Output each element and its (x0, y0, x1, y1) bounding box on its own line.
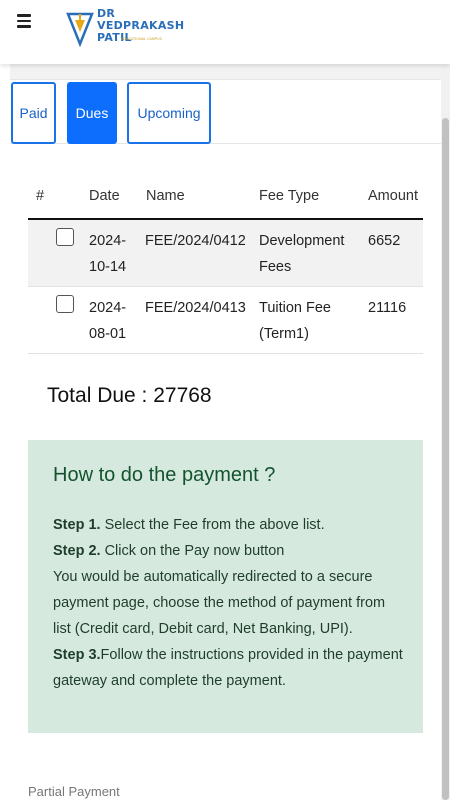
row-fee-type: Development Fees (259, 228, 344, 280)
payment-steps: Step 1. Select the Fee from the above li… (53, 512, 423, 694)
row-select-checkbox[interactable] (56, 295, 74, 313)
step-3-text: Follow the instructions provided in the … (100, 647, 403, 663)
table-row: 2024- 08-01 FEE/2024/0413 Tuition Fee (T… (28, 287, 423, 354)
row-fee-name: FEE/2024/0412 (145, 233, 246, 249)
page-scrollbar[interactable] (441, 64, 450, 800)
row-date: 2024- 08-01 (89, 295, 126, 347)
fee-tabs: Paid Dues Upcoming (10, 81, 441, 144)
section-top-strip (10, 64, 441, 80)
row-fee-type-line-2: (Term1) (259, 326, 309, 342)
row-amount: 6652 (368, 233, 401, 249)
column-header-amount: Amount (368, 188, 418, 204)
redirect-line-1: You would be automatically redirected to… (53, 569, 373, 585)
tab-upcoming[interactable]: Upcoming (127, 82, 211, 144)
redirect-line-2: payment page, choose the method of payme… (53, 595, 386, 611)
step-3: Step 3.Follow the instructions provided … (53, 642, 423, 668)
step-2-label: Step 2. (53, 543, 101, 559)
row-date-line-1: 2024- (89, 233, 127, 249)
tab-dues[interactable]: Dues (67, 82, 117, 144)
row-fee-type-line-1: Tuition Fee (259, 300, 331, 316)
tab-paid[interactable]: Paid (11, 82, 56, 144)
column-header-index: # (36, 188, 45, 204)
column-header-date: Date (89, 188, 120, 204)
row-date-line-1: 2024- (89, 300, 127, 316)
table-row: 2024- 10-14 FEE/2024/0412 Development Fe… (28, 220, 423, 287)
step-3-line-2: gateway and complete the payment. (53, 673, 286, 689)
step-3-label: Step 3. (53, 647, 101, 663)
hamburger-menu-icon[interactable] (17, 14, 31, 28)
row-select-checkbox[interactable] (56, 228, 74, 246)
college-logo[interactable]: DR VEDPRAKASH PATIL EDUCATIONAL CAMPUS (66, 8, 186, 50)
step-1: Step 1. Select the Fee from the above li… (53, 512, 423, 538)
row-fee-type: Tuition Fee (Term1) (259, 295, 331, 347)
step-2-text: Click on the Pay now button (100, 543, 285, 559)
row-date: 2024- 10-14 (89, 228, 126, 280)
payment-instructions-box: How to do the payment ? Step 1. Select t… (28, 440, 423, 733)
payment-instructions-title: How to do the payment ? (53, 464, 276, 486)
step-2: Step 2. Click on the Pay now button (53, 538, 423, 564)
row-amount: 21116 (368, 300, 407, 316)
row-date-line-2: 10-14 (89, 259, 127, 275)
logo-emblem-icon (66, 12, 94, 48)
app-header: DR VEDPRAKASH PATIL EDUCATIONAL CAMPUS (0, 0, 450, 64)
row-fee-name: FEE/2024/0413 (145, 300, 246, 316)
column-header-name: Name (146, 188, 185, 204)
step-1-text: Select the Fee from the above list. (100, 517, 325, 533)
scrollbar-thumb[interactable] (442, 118, 449, 800)
step-1-label: Step 1. (53, 517, 101, 533)
row-fee-type-line-1: Development (259, 233, 345, 249)
total-due: Total Due : 27768 (47, 384, 212, 407)
column-header-fee-type: Fee Type (259, 188, 320, 204)
redirect-line-3: list (Credit card, Debit card, Net Banki… (53, 621, 353, 637)
row-fee-type-line-2: Fees (259, 259, 292, 275)
row-date-line-2: 08-01 (89, 326, 127, 342)
partial-payment-label: Partial Payment (28, 784, 120, 799)
logo-tagline: EDUCATIONAL CAMPUS (121, 37, 162, 41)
